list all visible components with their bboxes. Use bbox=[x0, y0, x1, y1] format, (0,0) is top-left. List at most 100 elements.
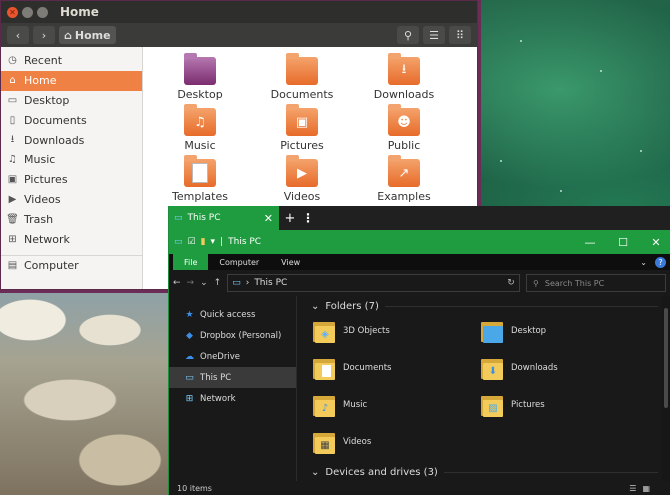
minimize-button[interactable] bbox=[22, 6, 33, 18]
tab-this-pc[interactable]: ▭ This PC ✕ bbox=[169, 206, 279, 230]
documents-icon bbox=[313, 355, 335, 381]
folder-public[interactable]: ☻ Public bbox=[359, 104, 449, 152]
refresh-icon[interactable]: ↻ bbox=[503, 278, 519, 288]
folder-downloads[interactable]: ⭳ Downloads bbox=[359, 53, 449, 101]
folder-pictures[interactable]: ▣ Pictures bbox=[257, 104, 347, 152]
scrollbar-thumb[interactable] bbox=[664, 308, 668, 408]
sidebar-item-pictures[interactable]: ▣ Pictures bbox=[1, 170, 142, 190]
picture-icon: ▣ bbox=[7, 174, 18, 186]
search-input[interactable]: ⚲ Search This PC bbox=[526, 274, 666, 292]
maximize-button[interactable]: ☐ bbox=[609, 236, 637, 249]
sidebar-item-label: Desktop bbox=[24, 93, 70, 107]
back-arrow-icon[interactable]: ← bbox=[173, 278, 181, 288]
address-bar[interactable]: ▭ › This PC ↻ bbox=[227, 274, 520, 292]
ribbon-tab-file[interactable]: File bbox=[173, 254, 209, 270]
properties-icon[interactable]: ☑ bbox=[188, 237, 196, 247]
back-button[interactable]: ‹ bbox=[7, 26, 29, 44]
computer-icon: ▭ bbox=[174, 213, 183, 223]
sidebar-item-music[interactable]: ♫ Music bbox=[1, 150, 142, 170]
folder-pictures[interactable]: ▨ Pictures bbox=[481, 392, 545, 418]
nav-item-quick-access[interactable]: ★ Quick access bbox=[169, 304, 296, 325]
nav-item-dropbox[interactable]: ◆ Dropbox (Personal) bbox=[169, 325, 296, 346]
sidebar-item-desktop[interactable]: ▭ Desktop bbox=[1, 91, 142, 111]
sidebar-item-home[interactable]: ⌂ Home bbox=[1, 70, 142, 91]
dropbox-icon: ◆ bbox=[186, 330, 193, 341]
forward-arrow-icon[interactable]: → bbox=[187, 278, 195, 288]
close-tab-icon[interactable]: ✕ bbox=[264, 212, 273, 225]
folder-videos[interactable]: ▶ Videos bbox=[257, 155, 347, 203]
star bbox=[600, 70, 602, 72]
list-view-button[interactable]: ☰ bbox=[423, 26, 445, 44]
dropdown-icon[interactable]: ▾ bbox=[211, 237, 216, 247]
sidebar-item-computer[interactable]: ▤ Computer bbox=[1, 254, 142, 275]
nav-item-label: Dropbox (Personal) bbox=[200, 330, 282, 341]
address-text: This PC bbox=[254, 278, 288, 288]
star-icon: ★ bbox=[185, 309, 194, 320]
details-view-icon[interactable]: ☰ bbox=[629, 484, 636, 493]
chevron-left-icon: ‹ bbox=[15, 28, 21, 42]
sidebar-item-documents[interactable]: ▯ Documents bbox=[1, 110, 142, 130]
path-label: Home bbox=[74, 28, 111, 42]
folder-desktop[interactable]: Desktop bbox=[155, 53, 245, 101]
sidebar-item-label: Videos bbox=[24, 192, 61, 206]
downloads-folder-icon: ⭳ bbox=[388, 53, 420, 85]
folder-desktop[interactable]: Desktop bbox=[481, 318, 546, 344]
drives-section-header[interactable]: ⌄ Devices and drives (3) bbox=[311, 462, 670, 482]
ribbon-tab-view[interactable]: View bbox=[270, 254, 311, 270]
forward-button[interactable]: › bbox=[33, 26, 55, 44]
folder-icon[interactable]: ▮ bbox=[201, 237, 206, 247]
more-options-button[interactable]: ⋮ bbox=[301, 211, 315, 225]
desktop-icon: ▭ bbox=[7, 94, 18, 106]
path-home-button[interactable]: ⌂ Home bbox=[59, 26, 116, 44]
close-button[interactable]: ✕ bbox=[642, 236, 670, 249]
star bbox=[640, 150, 642, 152]
folder-documents[interactable]: Documents bbox=[313, 355, 391, 381]
nautilus-sidebar: ◷ Recent ⌂ Home ▭ Desktop ▯ Documents ⭳ Downl… bbox=[1, 47, 143, 289]
minimize-button[interactable]: — bbox=[576, 236, 604, 249]
drive-icon: ▤ bbox=[7, 259, 18, 271]
folder-music[interactable]: ♫ Music bbox=[155, 104, 245, 152]
section-title: Devices and drives (3) bbox=[325, 466, 438, 478]
videos-icon: ▦ bbox=[313, 429, 335, 455]
computer-icon: ▭ bbox=[185, 372, 194, 383]
nav-item-network[interactable]: ⊞ Network bbox=[169, 388, 296, 409]
folders-section-header[interactable]: ⌄ Folders (7) bbox=[311, 296, 670, 316]
grid-view-button[interactable]: ⠿ bbox=[449, 26, 471, 44]
folder-label: Desktop bbox=[177, 88, 223, 101]
sidebar-item-videos[interactable]: ▶ Videos bbox=[1, 190, 142, 210]
sidebar-item-recent[interactable]: ◷ Recent bbox=[1, 51, 142, 71]
nav-item-onedrive[interactable]: ☁ OneDrive bbox=[169, 346, 296, 367]
vertical-scrollbar[interactable] bbox=[662, 296, 670, 481]
maximize-button[interactable] bbox=[37, 6, 48, 18]
folder-label: Examples bbox=[377, 190, 431, 203]
search-icon: ⚲ bbox=[533, 278, 539, 288]
help-icon[interactable]: ? bbox=[655, 256, 666, 268]
explorer-tabbar: ▭ This PC ✕ + ⋮ bbox=[169, 206, 670, 230]
recent-dropdown-icon[interactable]: ⌄ bbox=[200, 278, 208, 288]
close-button[interactable]: ✕ bbox=[7, 6, 18, 18]
up-arrow-icon[interactable]: ↑ bbox=[214, 278, 222, 288]
examples-folder-icon: ↗ bbox=[388, 155, 420, 187]
sidebar-item-downloads[interactable]: ⭳ Downloads bbox=[1, 130, 142, 150]
folder-templates[interactable]: Templates bbox=[155, 155, 245, 203]
star bbox=[500, 160, 502, 162]
folder-3d-objects[interactable]: ◈ 3D Objects bbox=[313, 318, 390, 344]
nav-item-this-pc[interactable]: ▭ This PC bbox=[169, 367, 296, 388]
sidebar-item-label: Music bbox=[24, 153, 56, 167]
search-button[interactable]: ⚲ bbox=[397, 26, 419, 44]
sidebar-item-network[interactable]: ⊞ Network bbox=[1, 229, 142, 249]
nav-item-label: OneDrive bbox=[200, 351, 240, 362]
folder-documents[interactable]: Documents bbox=[257, 53, 347, 101]
folder-label: Pictures bbox=[280, 139, 324, 152]
chevron-down-icon[interactable]: ⌄ bbox=[640, 258, 647, 267]
ribbon-tab-computer[interactable]: Computer bbox=[208, 254, 270, 270]
folder-videos[interactable]: ▦ Videos bbox=[313, 429, 371, 455]
folder-music[interactable]: ♪ Music bbox=[313, 392, 367, 418]
home-icon: ⌂ bbox=[9, 75, 16, 87]
folder-downloads[interactable]: ⬇ Downloads bbox=[481, 355, 558, 381]
sidebar-item-trash[interactable]: 🗑 Trash bbox=[1, 209, 142, 229]
folder-label: Public bbox=[387, 139, 421, 152]
new-tab-button[interactable]: + bbox=[279, 211, 301, 226]
folder-examples[interactable]: ↗ Examples bbox=[359, 155, 449, 203]
tiles-view-icon[interactable]: ▦ bbox=[642, 484, 650, 493]
